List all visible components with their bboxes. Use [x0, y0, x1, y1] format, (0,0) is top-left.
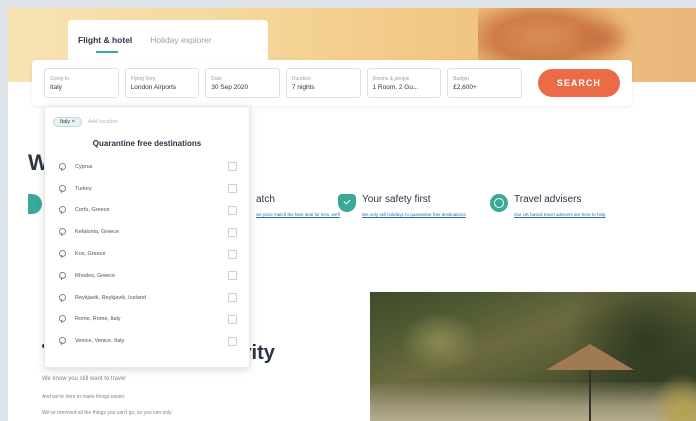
field-label: Flying from — [130, 75, 156, 82]
feature-text: Travel advisers Our UK based travel advi… — [514, 194, 624, 218]
globe-icon — [490, 194, 508, 212]
destination-dropdown: Italy × Add location Quarantine free des… — [44, 106, 250, 368]
search-tabs: Flight & hotel Holiday explorer — [68, 20, 268, 60]
rooms-people-field[interactable]: Rooms & people 1 Room, 2 Gu... — [366, 68, 442, 98]
destination-name: Cyprus — [75, 163, 93, 170]
feature-link[interactable]: We only sell holidays to quarantine free… — [362, 211, 472, 218]
destination-checkbox[interactable] — [228, 205, 237, 215]
location-pin-icon — [57, 184, 66, 193]
feature-travel-advisers: Travel advisers Our UK based travel advi… — [490, 194, 624, 218]
search-bar: Going to Italy Flying from London Airpor… — [32, 60, 632, 106]
date-field[interactable]: Date 30 Sep 2020 — [205, 68, 280, 98]
budget-field[interactable]: Budget £2,600+ — [447, 68, 522, 98]
list-item[interactable]: Corfu, Greece — [53, 200, 241, 222]
list-item[interactable]: Turkey — [53, 178, 241, 200]
destination-name: Rome, Rome, Italy — [75, 316, 121, 323]
destination-checkbox[interactable] — [228, 227, 237, 237]
location-pin-icon — [57, 315, 66, 324]
list-item[interactable]: Kos, Greece — [53, 243, 241, 265]
field-value: 1 Room, 2 Gu... — [372, 83, 419, 91]
destination-checkbox[interactable] — [228, 314, 237, 324]
list-item[interactable]: Rome, Rome, Italy — [53, 309, 241, 331]
list-item[interactable]: Venice, Venice, Italy — [53, 330, 241, 352]
going-to-field[interactable]: Going to Italy — [44, 68, 119, 98]
field-value: 30 Sep 2020 — [211, 83, 249, 91]
add-location-input[interactable]: Add location — [88, 119, 118, 125]
field-value: 7 nights — [291, 83, 315, 91]
field-label: Duration — [291, 75, 311, 82]
photo-foliage — [400, 312, 480, 372]
location-pin-icon — [57, 228, 66, 237]
list-item[interactable]: Reykjavik, Reykjavik, Iceland — [53, 287, 241, 309]
location-pin-icon — [57, 271, 66, 280]
destination-name: Venice, Venice, Italy — [75, 338, 125, 345]
destination-name: Kefalonia, Greece — [75, 229, 120, 236]
destination-checkbox[interactable] — [228, 336, 237, 346]
location-chip-italy[interactable]: Italy × — [53, 117, 82, 127]
destination-checkbox[interactable] — [228, 162, 237, 172]
flying-from-field[interactable]: Flying from London Airports — [124, 68, 200, 98]
list-item[interactable]: Rhodes, Greece — [53, 265, 241, 287]
field-value: London Airports — [130, 83, 177, 91]
destination-name: Turkey — [75, 185, 92, 192]
destination-name: Kos, Greece — [75, 251, 106, 258]
destination-name: Reykjavik, Reykjavik, Iceland — [75, 294, 146, 301]
field-label: Rooms & people — [372, 75, 410, 82]
dropdown-title: Quarantine free destinations — [92, 139, 202, 148]
destination-name: Rhodes, Greece — [75, 272, 116, 279]
field-value: Italy — [50, 83, 62, 91]
tab-flight-hotel[interactable]: Flight & hotel — [78, 35, 132, 53]
photo-plant — [650, 372, 696, 421]
field-label: Date — [211, 75, 222, 82]
parasol-pole — [589, 370, 591, 421]
location-pin-icon — [57, 162, 66, 171]
feature-text: Your safety first We only sell holidays … — [362, 194, 472, 218]
feature-title: Your safety first — [362, 194, 431, 205]
destination-checkbox[interactable] — [228, 271, 237, 281]
destination-checkbox[interactable] — [228, 184, 237, 194]
browser-viewport: Flight & hotel Holiday explorer Going to… — [8, 8, 696, 421]
location-pin-icon — [57, 206, 66, 215]
body-text: We know you still want to travel — [42, 376, 126, 382]
destination-list: Cyprus Turkey Corfu, Greece Kefalonia, G… — [53, 156, 241, 352]
destination-checkbox[interactable] — [228, 249, 237, 259]
photo-ground — [370, 382, 696, 421]
destination-checkbox[interactable] — [228, 293, 237, 303]
selected-locations: Italy × Add location — [53, 115, 241, 129]
body-text: We've removed all the things you can't g… — [42, 410, 172, 416]
feature-icon-partial — [28, 194, 42, 214]
tab-holiday-explorer[interactable]: Holiday explorer — [150, 35, 211, 45]
search-button[interactable]: SEARCH — [537, 69, 620, 97]
hotel-photo — [370, 292, 696, 421]
field-value: £2,600+ — [453, 83, 477, 91]
feature-title: Travel advisers — [514, 194, 582, 205]
feature-link[interactable]: Our UK based travel advisers are here to… — [514, 211, 624, 218]
list-item[interactable]: Cyprus — [53, 156, 241, 178]
list-item[interactable]: Kefalonia, Greece — [53, 221, 241, 243]
hero-image-detail — [568, 18, 628, 58]
field-label: Going to — [50, 75, 69, 82]
feature-safety: Your safety first We only sell holidays … — [338, 194, 472, 218]
location-pin-icon — [57, 293, 66, 302]
destination-name: Corfu, Greece — [75, 207, 110, 214]
duration-field[interactable]: Duration 7 nights — [285, 68, 361, 98]
location-pin-icon — [57, 337, 66, 346]
location-pin-icon — [57, 250, 66, 259]
field-label: Budget — [453, 75, 469, 82]
body-text: And we're here to make things easier. — [42, 394, 126, 400]
shield-icon — [338, 194, 356, 212]
